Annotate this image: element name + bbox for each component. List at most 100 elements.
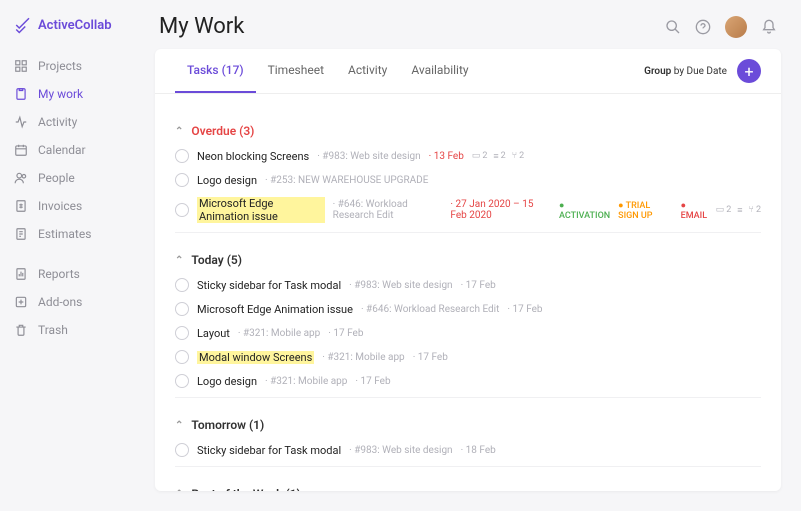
task-name: Logo design [197,375,257,388]
header-actions [665,16,777,38]
grid-icon [14,59,28,73]
nav-estimates[interactable]: Estimates [0,220,135,248]
group-rest-header[interactable]: ⌃ Rest of the Week (1) [175,481,761,491]
task-meta: · #983: Web site design [349,280,452,291]
bell-icon[interactable] [761,19,777,35]
task-indicators: ▭ 2≡⑂ 2 [716,205,761,216]
nav-my-work[interactable]: My work [0,80,135,108]
task-name: Sticky sidebar for Task modal [197,444,341,457]
group-title: Today (5) [191,253,242,267]
nav-activity[interactable]: Activity [0,108,135,136]
task-date: · 13 Feb [429,151,464,162]
help-icon[interactable] [695,19,711,35]
tab-tasks[interactable]: Tasks (17) [175,49,256,93]
list-icon: ≡ 2 [493,151,505,162]
group-prefix: Group [644,66,671,77]
nav-label: Trash [38,323,68,337]
task-row[interactable]: Logo design · #321: Mobile app · 17 Feb [175,369,761,393]
subtask-icon: ⑂ 2 [512,151,524,161]
nav-label: My work [38,87,83,101]
people-icon [14,171,28,185]
task-checkbox[interactable] [175,173,189,187]
task-row[interactable]: Sticky sidebar for Task modal · #983: Web… [175,273,761,297]
clipboard-icon [14,87,28,101]
group-tomorrow-header[interactable]: ⌃ Tomorrow (1) [175,412,761,438]
task-checkbox[interactable] [175,350,189,364]
nav-calendar[interactable]: Calendar [0,136,135,164]
nav-projects[interactable]: Projects [0,52,135,80]
task-date: · 27 Jan 2020 – 15 Feb 2020 [450,199,551,221]
nav-invoices[interactable]: Invoices [0,192,135,220]
task-indicators: ▭ 2 ≡ 2 ⑂ 2 [472,151,524,162]
report-icon [14,267,28,281]
group-by[interactable]: Group by Due Date [644,66,727,77]
task-checkbox[interactable] [175,326,189,340]
task-checkbox[interactable] [175,374,189,388]
task-row[interactable]: Logo design · #253: NEW WAREHOUSE UPGRAD… [175,168,761,192]
task-row[interactable]: Sticky sidebar for Task modal· #983: Web… [175,438,761,462]
task-name: Microsoft Edge Animation issue [197,197,325,223]
task-date: · 17 Feb [507,304,542,315]
nav-people[interactable]: People [0,164,135,192]
task-name: Sticky sidebar for Task modal [197,279,341,292]
task-date: · 17 Feb [355,376,390,387]
tag-email: EMAIL [681,200,708,221]
group-today-header[interactable]: ⌃Today (5) [175,247,761,273]
estimate-icon [14,227,28,241]
nav-label: Calendar [38,143,86,157]
task-row[interactable]: Microsoft Edge Animation issue· #646: Wo… [175,297,761,321]
task-meta: · #646: Workload Research Edit [361,304,499,315]
nav-reports[interactable]: Reports [0,260,135,288]
task-content[interactable]: ⌃Overdue (3) Neon blocking Screens · #98… [155,94,781,491]
task-date: · 18 Feb [461,445,496,456]
group-title: Tomorrow (1) [191,418,264,432]
nav-label: Reports [38,267,80,281]
nav-label: People [38,171,75,185]
avatar[interactable] [725,16,747,38]
tag-trial: TRIAL SIGN UP [618,200,672,221]
task-checkbox[interactable] [175,149,189,163]
task-date: · 17 Feb [413,352,448,363]
task-row[interactable]: Layout· #321: Mobile app· 17 Feb [175,321,761,345]
calendar-icon [14,143,28,157]
tab-timesheet[interactable]: Timesheet [256,49,336,93]
work-panel: Tasks (17) Timesheet Activity Availabili… [155,49,781,491]
brand-logo[interactable]: ActiveCollab [0,16,135,52]
comment-icon: ▭ 2 [716,205,732,215]
addon-icon [14,295,28,309]
task-row[interactable]: Modal window Screens· #321: Mobile app· … [175,345,761,369]
nav-list: Projects My work Activity Calendar Peopl… [0,52,135,344]
task-meta: · #321: Mobile app [238,328,320,339]
activity-icon [14,115,28,129]
task-meta: · #321: Mobile app [265,376,347,387]
task-date: · 17 Feb [328,328,363,339]
list-icon: ≡ [737,205,742,216]
tag-activation: ACTIVATION [559,200,610,221]
task-row[interactable]: Neon blocking Screens · #983: Web site d… [175,144,761,168]
task-checkbox[interactable] [175,443,189,457]
group-overdue-header[interactable]: ⌃Overdue (3) [175,118,761,144]
comment-icon: ▭ 2 [472,151,488,161]
page-title: My Work [159,14,244,39]
nav-label: Invoices [38,199,82,213]
nav-addons[interactable]: Add-ons [0,288,135,316]
group-title: Overdue (3) [191,124,254,138]
main: My Work Tasks (17) Timesheet Activity Av… [135,0,801,511]
brand-text: ActiveCollab [38,18,112,33]
task-row[interactable]: Microsoft Edge Animation issue · #646: W… [175,192,761,228]
chevron-down-icon: ⌃ [175,420,183,431]
task-checkbox[interactable] [175,203,189,217]
add-button[interactable]: + [737,59,761,83]
logo-icon [14,16,32,34]
search-icon[interactable] [665,19,681,35]
tab-activity[interactable]: Activity [336,49,399,93]
task-checkbox[interactable] [175,302,189,316]
task-checkbox[interactable] [175,278,189,292]
tab-availability[interactable]: Availability [399,49,480,93]
invoice-icon [14,199,28,213]
nav-trash[interactable]: Trash [0,316,135,344]
task-date: · 17 Feb [461,280,496,291]
group-title: Rest of the Week (1) [191,487,300,491]
chevron-down-icon: ⌃ [175,489,183,492]
task-meta: · #646: Workload Research Edit [333,199,443,221]
